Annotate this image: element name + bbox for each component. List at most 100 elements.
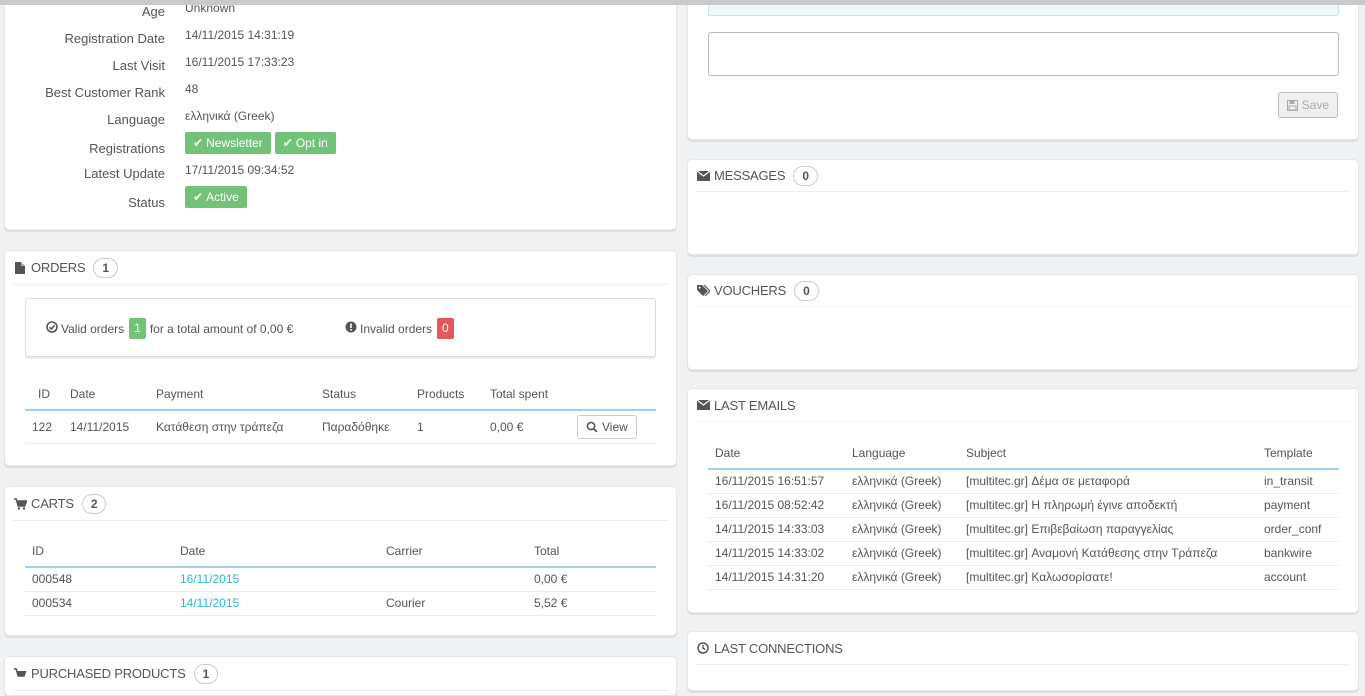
order-actions: View [570,410,656,444]
info-value: 48 [185,82,199,96]
email-template: in_transit [1257,469,1339,494]
table-row[interactable]: 122 14/11/2015 Κατάθεση στην τράπεζα Παρ… [25,410,656,444]
email-language: ελληνικά (Greek) [845,541,959,566]
table-row[interactable]: 16/11/2015 16:51:57 ελληνικά (Greek) [mu… [708,469,1339,494]
email-template: payment [1257,493,1339,518]
email-subject: [multitec.gr] Αναμονή Κατάθεσης στην Τρά… [959,541,1257,566]
envelope-icon [696,170,710,182]
email-template: bankwire [1257,541,1339,566]
cart-id: 000548 [25,567,173,592]
shopping-cart-icon [13,497,27,510]
info-label: Age [141,4,165,19]
panel-title: MESSAGES [714,168,786,183]
search-icon [586,421,598,433]
info-value: ελληνικά (Greek) [185,109,275,123]
column-header: Carrier [379,535,527,568]
table-row[interactable]: 000534 14/11/2015 Courier 5,52 € [25,591,656,616]
tag-label: Newsletter [206,136,263,150]
email-date: 16/11/2015 16:51:57 [708,469,845,494]
count-badge: 1 [93,257,118,278]
column-header: Total spent [483,378,570,411]
table-row[interactable]: 14/11/2015 14:31:20 ελληνικά (Greek) [mu… [708,565,1339,590]
customer-info-panel: Age Unknown Registration Date 14/11/2015… [4,0,677,230]
messages-panel: MESSAGES 0 [687,159,1359,255]
cart-date-link[interactable]: 14/11/2015 [173,591,379,616]
cart-date-link[interactable]: 16/11/2015 [173,567,379,592]
column-header: ID [25,535,173,568]
status-tags: ✔ Active [185,186,251,208]
cart-total: 5,52 € [527,591,656,616]
email-language: ελληνικά (Greek) [845,517,959,542]
column-header: Template [1257,437,1339,470]
check-icon: ✔ [193,136,204,150]
invalid-orders-summary: Invalid orders 0 [345,318,454,339]
panel-title: CARTS [31,496,74,511]
shopping-cart-icon [13,667,27,680]
email-date: 14/11/2015 14:31:20 [708,565,845,590]
email-template: account [1257,565,1339,590]
envelope-icon [696,399,710,411]
info-row-registrations: Registrations ✔ Newsletter ✔ Opt in [5,132,665,160]
last-connections-panel: LAST CONNECTIONS [687,631,1359,691]
tags-icon [696,284,710,297]
table-header-row: ID Date Carrier Total [25,535,656,568]
count-badge: 0 [794,280,819,301]
count-badge: 2 [81,493,107,514]
column-header-actions [570,378,656,411]
column-header: Date [63,378,149,411]
table-row[interactable]: 16/11/2015 08:52:42 ελληνικά (Greek) [mu… [708,493,1339,518]
column-header: Payment [149,378,315,411]
info-row-latest-update: Latest Update 17/11/2015 09:34:52 [5,163,665,183]
info-label: Best Customer Rank [45,85,165,100]
column-header: Language [845,437,959,470]
info-label: Registration Date [64,31,165,46]
cart-carrier: Courier [379,591,527,616]
orders-heading: ORDERS 1 [13,251,668,285]
info-row-status: Status ✔ Active [5,186,665,214]
table-row[interactable]: 14/11/2015 14:33:03 ελληνικά (Greek) [mu… [708,517,1339,542]
info-row-language: Language ελληνικά (Greek) [5,109,665,129]
order-products: 1 [410,410,483,444]
exclamation-circle-icon [345,321,357,336]
email-date: 14/11/2015 14:33:02 [708,541,845,566]
cart-carrier [379,567,527,592]
orders-summary: Valid orders 1 for a total amount of 0,0… [25,298,656,357]
private-note-textarea[interactable] [708,32,1339,76]
column-header: Date [173,535,379,568]
purchased-heading: PURCHASED PRODUCTS 1 [13,657,668,691]
table-row[interactable]: 14/11/2015 14:33:02 ελληνικά (Greek) [mu… [708,541,1339,566]
email-template: order_conf [1257,517,1339,542]
email-date: 14/11/2015 14:33:03 [708,517,845,542]
invalid-orders-label: Invalid orders [360,321,433,336]
private-note-panel: Save [687,0,1359,140]
column-header: Total [527,535,656,568]
clock-icon [696,642,710,654]
save-icon [1286,99,1298,111]
total-amount-text: for a total amount of 0,00 € [149,321,294,336]
panel-title: PURCHASED PRODUCTS [31,666,186,681]
table-row[interactable]: 000548 16/11/2015 0,00 € [25,567,656,592]
panel-title: ORDERS [31,260,86,275]
check-icon: ✔ [282,136,293,150]
messages-heading: MESSAGES 0 [696,160,1350,192]
table-header-row: ID Date Payment Status Products Total sp… [25,378,656,411]
email-language: ελληνικά (Greek) [845,469,959,494]
save-note-button[interactable]: Save [1277,92,1338,118]
panel-title: LAST EMAILS [714,397,796,413]
info-row-registration-date: Registration Date 14/11/2015 14:31:19 [5,28,665,48]
info-label: Latest Update [84,166,165,181]
registrations-tags: ✔ Newsletter ✔ Opt in [185,132,340,154]
check-circle-icon [46,321,58,336]
file-icon [13,261,27,274]
vouchers-panel: VOUCHERS 0 [687,274,1359,370]
email-subject: [multitec.gr] Η πληρωμή έγινε αποδεκτή [959,493,1257,518]
check-icon: ✔ [193,190,204,204]
order-payment: Κατάθεση στην τράπεζα [149,410,315,444]
last-emails-panel: LAST EMAILS Date Language Subject Templa… [687,388,1359,613]
info-row-best-rank: Best Customer Rank 48 [5,82,665,102]
top-scroll-shadow [0,0,1365,5]
table-header-row: Date Language Subject Template [708,437,1339,470]
column-header: Status [315,378,410,411]
view-order-button[interactable]: View [577,414,637,439]
email-subject: [multitec.gr] Δέμα σε μεταφορά [959,469,1257,494]
